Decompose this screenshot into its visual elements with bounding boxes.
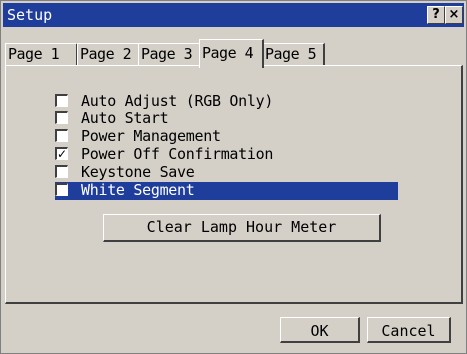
tab-page-2[interactable]: Page 2 [77,43,140,66]
option-power-off-confirmation[interactable]: ✓ Power Off Confirmation [55,145,398,164]
option-power-management[interactable]: Power Management [55,127,398,146]
option-label: Power Off Confirmation [81,145,274,163]
checkbox-power-management[interactable] [55,129,68,142]
tab-page-3[interactable]: Page 3 [138,43,201,66]
option-auto-start[interactable]: Auto Start [55,109,398,128]
option-white-segment[interactable]: White Segment [55,181,398,200]
checkbox-auto-adjust[interactable] [55,94,68,107]
help-button[interactable]: ? [427,6,445,24]
setup-dialog: Setup ? × Page 1 Page 2 Page 3 Page 4 Pa… [0,0,467,354]
ok-button[interactable]: OK [280,317,360,343]
cancel-button[interactable]: Cancel [367,317,451,343]
tab-page-5[interactable]: Page 5 [262,43,325,66]
window-title: Setup [7,6,53,24]
checkbox-power-off-confirmation[interactable]: ✓ [55,147,68,160]
checkbox-white-segment[interactable] [55,183,68,196]
checkbox-keystone-save[interactable] [55,165,68,178]
option-label: White Segment [81,181,195,199]
checkbox-auto-start[interactable] [55,111,68,124]
tab-page-4[interactable]: Page 4 [199,39,264,68]
title-bar[interactable]: Setup ? × [3,3,464,27]
option-label: Power Management [81,127,221,145]
close-button[interactable]: × [445,6,463,24]
option-keystone-save[interactable]: Keystone Save [55,163,398,182]
option-label: Keystone Save [81,163,195,181]
tab-page-1[interactable]: Page 1 [5,43,78,66]
clear-lamp-hour-meter-button[interactable]: Clear Lamp Hour Meter [103,214,381,242]
option-label: Auto Adjust (RGB Only) [81,92,274,110]
option-label: Auto Start [81,109,169,127]
